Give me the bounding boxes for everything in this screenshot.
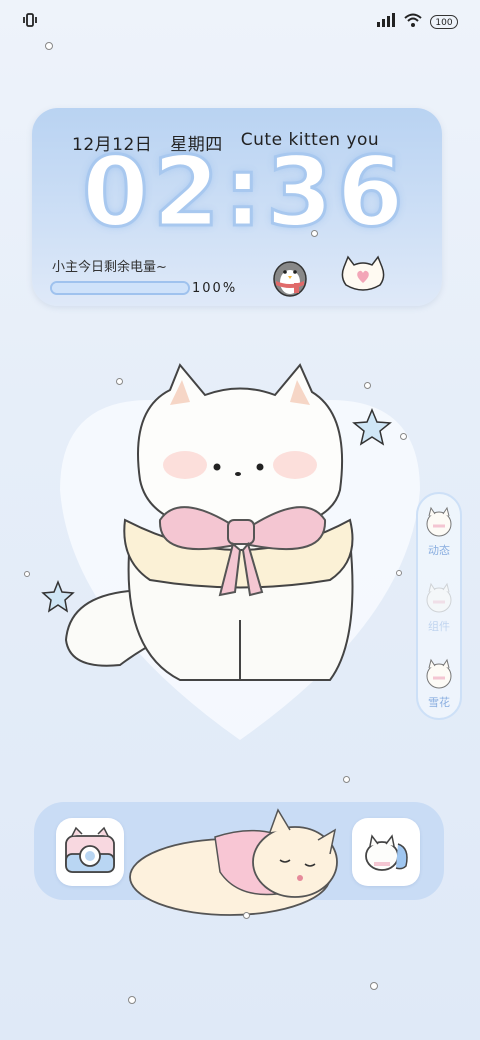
cat-phone-app-icon[interactable]: [352, 818, 420, 886]
signal-icon: [376, 12, 396, 31]
snow-dot: [343, 776, 350, 783]
side-shortcut-dock: 动态 组件 雪花: [416, 492, 462, 720]
snow-dot: [128, 996, 136, 1004]
snow-dot: [45, 42, 53, 50]
sleeping-kitten-illustration: [120, 782, 360, 926]
status-bar: 100: [0, 0, 480, 40]
penguin-sticker-icon: [268, 253, 312, 303]
kitten-illustration: [30, 320, 450, 754]
heart-cat-sticker-icon: [338, 253, 388, 301]
kitten-thumbnail-icon: [426, 506, 452, 537]
battery-caption: 小主今日剩余电量~: [52, 260, 167, 275]
snow-dot: [364, 382, 371, 389]
side-item-dynamic[interactable]: 动态: [418, 502, 460, 558]
snow-dot: [370, 982, 378, 990]
clock-time: 02:36: [81, 136, 408, 248]
vibrate-icon: [22, 12, 38, 31]
snow-dot: [243, 912, 250, 919]
kitten-thumbnail-icon: [426, 658, 452, 689]
battery-progress-fill: [52, 283, 188, 293]
battery-progress-bar: [50, 281, 190, 295]
snow-dot: [396, 570, 402, 576]
snow-dot: [116, 378, 123, 385]
snow-dot: [311, 230, 318, 237]
side-item-label: 组件: [428, 620, 450, 633]
snow-dot: [24, 571, 30, 577]
wifi-icon: [404, 12, 422, 31]
battery-icon: 100: [430, 14, 458, 29]
camera-app-icon[interactable]: [56, 818, 124, 886]
side-item-widget[interactable]: 组件: [418, 578, 460, 634]
side-item-label: 雪花: [428, 696, 450, 709]
side-item-snowflake[interactable]: 雪花: [418, 654, 460, 710]
side-item-label: 动态: [428, 544, 450, 557]
battery-percent-text: 100%: [192, 281, 238, 296]
kitten-thumbnail-icon: [426, 582, 452, 613]
clock-widget[interactable]: 12月12日 星期四 Cute kitten you 02:36 小主今日剩余电…: [32, 108, 442, 306]
snow-dot: [400, 433, 407, 440]
